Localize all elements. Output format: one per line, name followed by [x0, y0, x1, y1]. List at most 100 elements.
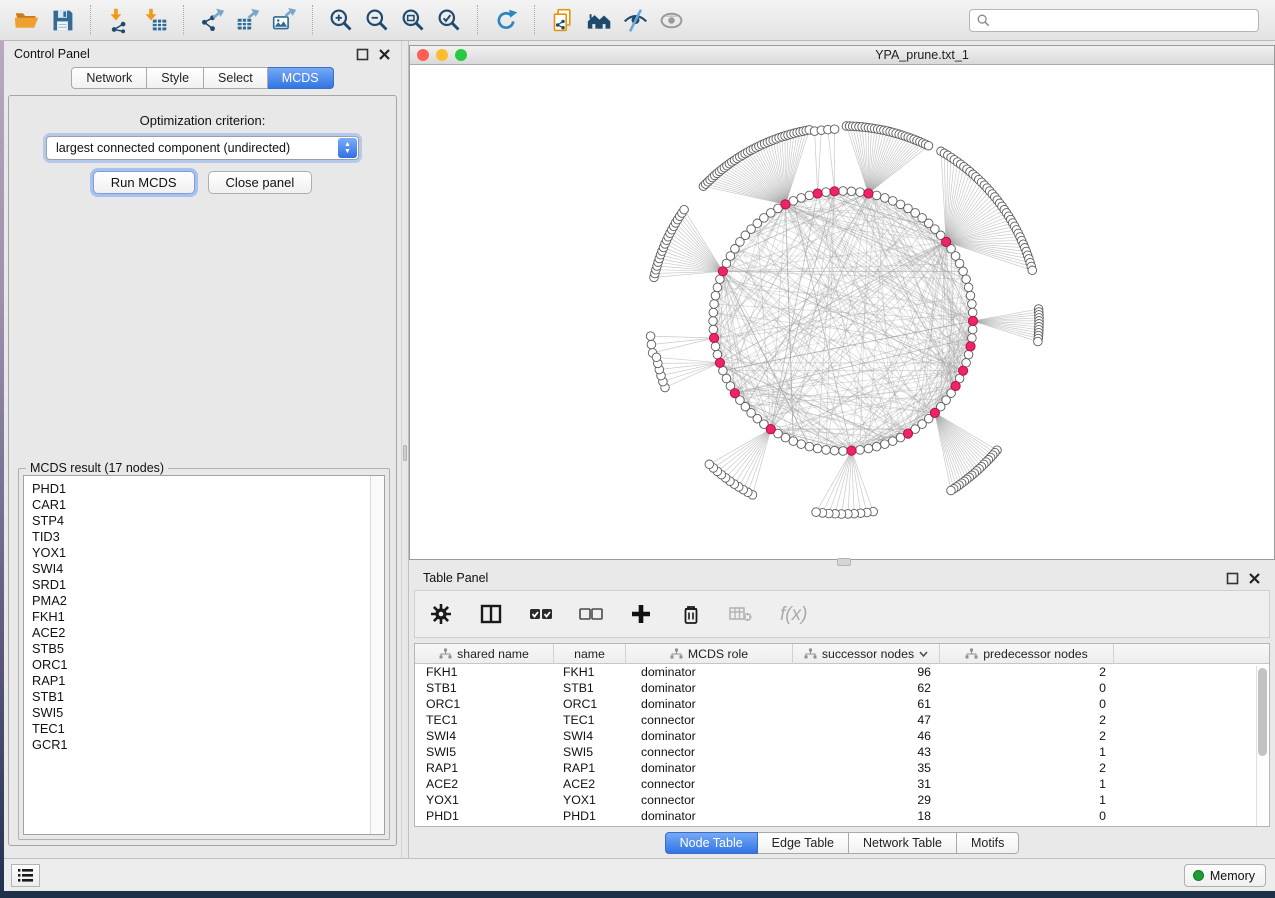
table-row[interactable]: ACE2ACE2connector311 [415, 776, 1269, 792]
cell-shared-name: SWI5 [415, 744, 554, 760]
mcds-node-item[interactable]: FKH1 [32, 609, 370, 625]
network-graph[interactable] [410, 65, 1274, 559]
network-window: YPA_prune.txt_1 [409, 45, 1275, 560]
delete-column-icon[interactable] [677, 600, 705, 628]
table-scrollbar[interactable] [1256, 666, 1268, 826]
mcds-node-item[interactable]: GCR1 [32, 737, 370, 753]
mcds-node-item[interactable]: TEC1 [32, 721, 370, 737]
zoom-selected-icon[interactable] [431, 3, 467, 37]
unselect-all-icon[interactable] [577, 600, 605, 628]
memory-button[interactable]: Memory [1184, 864, 1266, 887]
mcds-node-item[interactable]: STB1 [32, 689, 370, 705]
scrollbar-thumb[interactable] [1258, 668, 1267, 756]
refresh-icon[interactable] [488, 3, 524, 37]
table-row[interactable]: YOX1YOX1connector291 [415, 792, 1269, 808]
float-panel-icon[interactable] [356, 48, 369, 61]
mcds-result-list[interactable]: PHD1CAR1STP4TID3YOX1SWI4SRD1PMA2FKH1ACE2… [23, 475, 385, 835]
save-icon[interactable] [44, 3, 80, 37]
mcds-node-item[interactable]: STB5 [32, 641, 370, 657]
table-panel-title: Table Panel [423, 571, 488, 585]
open-folder-icon[interactable] [8, 3, 44, 37]
add-column-icon[interactable] [627, 600, 655, 628]
task-history-button[interactable] [11, 864, 40, 887]
cell-successor-nodes: 62 [793, 680, 940, 696]
zoom-in-icon[interactable] [323, 3, 359, 37]
mcds-list-scrollbar[interactable] [370, 476, 384, 834]
cell-name: TEC1 [554, 712, 626, 728]
cell-predecessor-nodes: 1 [940, 776, 1114, 792]
tab-style[interactable]: Style [147, 67, 204, 89]
columns-icon[interactable] [477, 600, 505, 628]
run-mcds-button[interactable]: Run MCDS [93, 171, 195, 194]
column-header-MCDS-role[interactable]: MCDS role [626, 644, 793, 664]
column-header-name[interactable]: name [554, 644, 626, 664]
mcds-node-item[interactable]: SRD1 [32, 577, 370, 593]
table-row[interactable]: RAP1RAP1dominator352 [415, 760, 1269, 776]
export-network-icon[interactable] [194, 3, 230, 37]
gear-icon[interactable] [427, 600, 455, 628]
cell-predecessor-nodes: 1 [940, 792, 1114, 808]
tab-edge-table[interactable]: Edge Table [758, 832, 849, 854]
cell-predecessor-nodes: 2 [940, 760, 1114, 776]
mcds-node-item[interactable]: RAP1 [32, 673, 370, 689]
mcds-node-item[interactable]: SWI5 [32, 705, 370, 721]
mcds-node-item[interactable]: STP4 [32, 513, 370, 529]
mcds-node-item[interactable]: CAR1 [32, 497, 370, 513]
tab-node-table[interactable]: Node Table [665, 832, 758, 854]
close-panel-icon[interactable] [378, 48, 391, 61]
node-table[interactable]: shared namenameMCDS rolesuccessor nodesp… [414, 643, 1270, 827]
mcds-node-item[interactable]: PMA2 [32, 593, 370, 609]
splitter-handle[interactable] [403, 445, 407, 461]
mcds-node-item[interactable]: ACE2 [32, 625, 370, 641]
import-table-icon[interactable] [137, 3, 173, 37]
horizontal-splitter-handle[interactable] [837, 558, 851, 566]
cell-MCDS-role: dominator [626, 808, 793, 824]
column-header-shared-name[interactable]: shared name [415, 644, 554, 664]
network-title: YPA_prune.txt_1 [410, 48, 1274, 62]
export-image-icon[interactable] [266, 3, 302, 37]
table-row[interactable]: STB1STB1dominator620 [415, 680, 1269, 696]
network-titlebar: YPA_prune.txt_1 [410, 46, 1274, 65]
zoom-fit-icon[interactable] [395, 3, 431, 37]
show-eye-icon[interactable] [653, 3, 689, 37]
tab-network-table[interactable]: Network Table [849, 832, 957, 854]
close-panel-icon[interactable] [1248, 572, 1261, 585]
share-document-icon[interactable] [545, 3, 581, 37]
tab-mcds[interactable]: MCDS [268, 67, 334, 89]
table-row[interactable]: FKH1FKH1dominator962 [415, 664, 1269, 680]
network-canvas[interactable] [410, 65, 1274, 559]
toolbar-separator [312, 5, 313, 35]
zoom-out-icon[interactable] [359, 3, 395, 37]
cell-shared-name: FKH1 [415, 664, 554, 680]
table-row[interactable]: ORC1ORC1dominator610 [415, 696, 1269, 712]
home-networks-icon[interactable] [581, 3, 617, 37]
cell-name: YOX1 [554, 792, 626, 808]
column-header-predecessor-nodes[interactable]: predecessor nodes [940, 644, 1114, 664]
mcds-node-item[interactable]: YOX1 [32, 545, 370, 561]
criterion-dropdown[interactable]: largest connected component (undirected)… [46, 136, 359, 160]
tab-network[interactable]: Network [71, 67, 147, 89]
search-input[interactable] [990, 12, 1252, 28]
select-all-icon[interactable] [527, 600, 555, 628]
hide-eye-icon[interactable] [617, 3, 653, 37]
search-field[interactable] [969, 9, 1259, 32]
float-panel-icon[interactable] [1226, 572, 1239, 585]
memory-label: Memory [1210, 869, 1255, 883]
mcds-node-item[interactable]: ORC1 [32, 657, 370, 673]
import-network-icon[interactable] [101, 3, 137, 37]
column-header-successor-nodes[interactable]: successor nodes [793, 644, 940, 664]
tab-select[interactable]: Select [204, 67, 268, 89]
table-header-row: shared namenameMCDS rolesuccessor nodesp… [415, 644, 1269, 664]
table-row[interactable]: PHD1PHD1dominator180 [415, 808, 1269, 824]
close-panel-button[interactable]: Close panel [208, 171, 313, 194]
export-table-icon[interactable] [230, 3, 266, 37]
cell-MCDS-role: connector [626, 776, 793, 792]
vertical-splitter[interactable] [401, 41, 409, 858]
tab-motifs[interactable]: Motifs [957, 832, 1019, 854]
mcds-node-item[interactable]: TID3 [32, 529, 370, 545]
table-row[interactable]: TEC1TEC1connector472 [415, 712, 1269, 728]
mcds-node-item[interactable]: PHD1 [32, 481, 370, 497]
table-row[interactable]: SWI4SWI4dominator462 [415, 728, 1269, 744]
mcds-node-item[interactable]: SWI4 [32, 561, 370, 577]
table-row[interactable]: SWI5SWI5connector431 [415, 744, 1269, 760]
